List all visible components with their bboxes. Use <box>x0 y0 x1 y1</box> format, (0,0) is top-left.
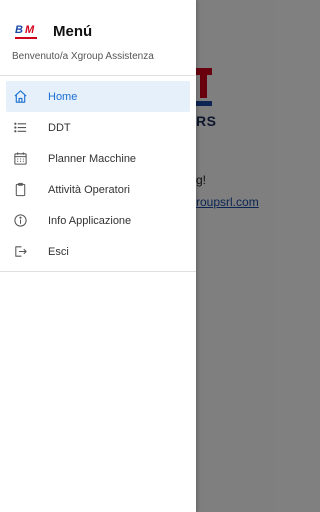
calendar-icon <box>12 151 28 167</box>
info-icon <box>12 213 28 229</box>
menu-item-label: DDT <box>48 121 71 134</box>
menu-item-attivita-operatori[interactable]: Attività Operatori <box>6 174 190 205</box>
drawer-subtitle: Benvenuto/a Xgroup Assistenza <box>12 51 154 62</box>
clipboard-icon <box>12 182 28 198</box>
menu-item-ddt[interactable]: DDT <box>6 112 190 143</box>
navigation-drawer: B M Menú Benvenuto/a Xgroup Assistenza H… <box>0 0 196 512</box>
logout-icon <box>12 244 28 260</box>
menu-item-label: Esci <box>48 245 69 258</box>
drawer-title: Menú <box>53 23 93 40</box>
menu-divider <box>0 271 196 272</box>
menu-item-label: Attività Operatori <box>48 183 130 196</box>
menu-item-label: Home <box>48 90 78 103</box>
brand-logo: B M <box>15 24 39 39</box>
menu-item-esci[interactable]: Esci <box>6 236 190 267</box>
menu-item-label: Info Applicazione <box>48 214 132 227</box>
menu-item-label: Planner Macchine <box>48 152 137 165</box>
drawer-menu: Home DDT Planner Macchine Attività Opera… <box>0 76 196 267</box>
drawer-header: B M Menú Benvenuto/a Xgroup Assistenza <box>0 0 196 76</box>
menu-item-planner-macchine[interactable]: Planner Macchine <box>6 143 190 174</box>
menu-item-home[interactable]: Home <box>6 81 190 112</box>
menu-item-info-applicazione[interactable]: Info Applicazione <box>6 205 190 236</box>
list-icon <box>12 120 28 136</box>
home-icon <box>12 89 28 105</box>
